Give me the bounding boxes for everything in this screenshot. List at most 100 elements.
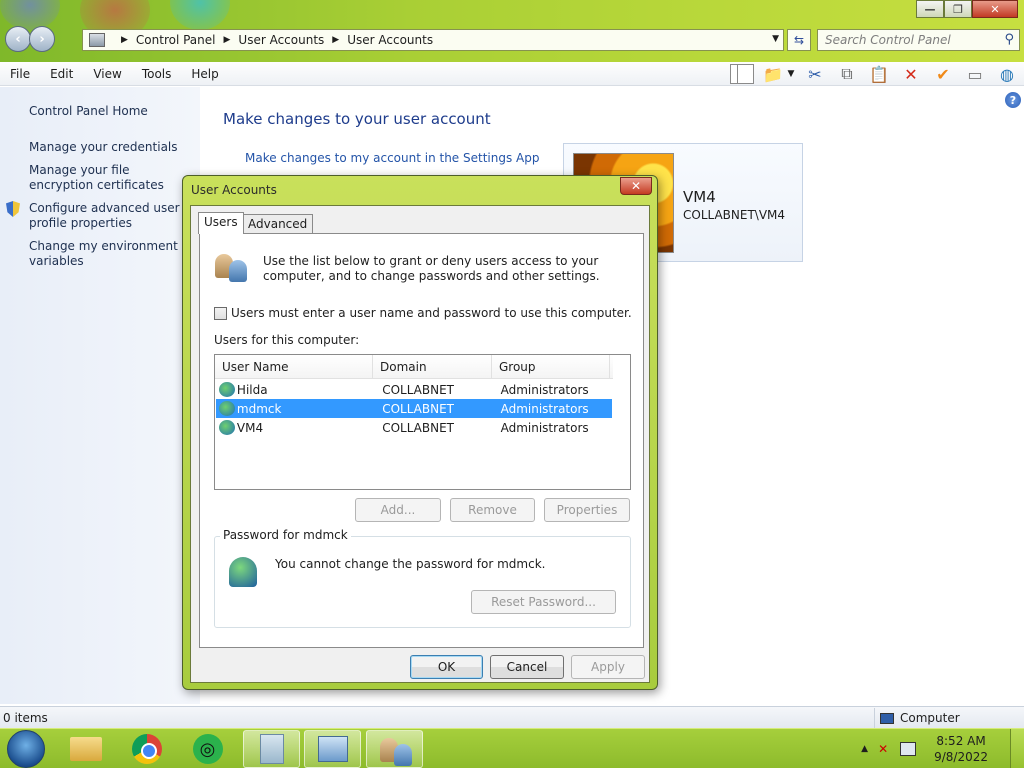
chevron-right-icon[interactable]: ▶ (332, 35, 339, 45)
users-icon (215, 250, 249, 282)
add-user-button[interactable]: Add... (355, 498, 441, 522)
chevron-down-icon[interactable]: ▼ (772, 34, 779, 44)
cell-user-name: mdmck (236, 401, 282, 416)
taskbar-user-accounts[interactable] (366, 730, 423, 768)
maximize-button[interactable]: ❐ (944, 0, 972, 18)
password-group: Password for mdmck You cannot change the… (214, 528, 631, 628)
delete-icon[interactable]: ✕ (898, 63, 924, 85)
menu-view[interactable]: View (83, 67, 131, 81)
computer-icon (880, 712, 894, 724)
users-tab-panel: Use the list below to grant or deny user… (199, 233, 644, 648)
chrome-icon (131, 734, 162, 764)
cut-icon[interactable]: ✂ (802, 63, 828, 85)
refresh-button[interactable]: ⇆ (787, 29, 811, 51)
clock[interactable]: 8:52 AM 9/8/2022 (934, 733, 988, 765)
start-button[interactable] (7, 730, 45, 768)
menu-file[interactable]: File (0, 67, 40, 81)
taskbar-explorer[interactable] (57, 730, 114, 768)
user-globe-icon (229, 557, 257, 587)
menu-edit[interactable]: Edit (40, 67, 83, 81)
nav-buttons: ‹ › (5, 26, 55, 52)
address-bar[interactable]: ▶ Control Panel ▶ User Accounts ▶ User A… (82, 29, 784, 51)
taskbar-control-panel[interactable] (304, 730, 361, 768)
tab-advanced[interactable]: Advanced (242, 214, 314, 234)
table-row[interactable]: VM4 COLLABNET Administrators (216, 418, 612, 437)
system-tray: ▲ ✕ 8:52 AM 9/8/2022 (861, 729, 1024, 768)
cell-group: Administrators (500, 420, 589, 435)
back-button[interactable]: ‹ (5, 26, 31, 52)
globe-icon[interactable]: ◍ (994, 63, 1020, 85)
taskbar: ◎ ▲ ✕ 8:52 AM 9/8/2022 (0, 728, 1024, 768)
menu-help[interactable]: Help (181, 67, 228, 81)
checkmark-icon[interactable]: ✔ (930, 63, 956, 85)
aero-glow (170, 0, 230, 30)
remove-user-button[interactable]: Remove (450, 498, 535, 522)
paste-icon[interactable]: 📋 (866, 63, 892, 85)
toolbar: 📁 ▼ ✂ ⧉ 📋 ✕ ✔ ▭ ◍ (724, 63, 1020, 85)
breadcrumb-user-accounts-current[interactable]: User Accounts (347, 33, 433, 47)
search-icon[interactable]: ⚲ (1004, 32, 1014, 47)
properties-button[interactable]: Properties (544, 498, 630, 522)
chevron-right-icon[interactable]: ▶ (121, 35, 128, 45)
cell-domain: COLLABNET (382, 420, 454, 435)
preview-pane-icon[interactable] (730, 64, 754, 84)
reset-password-button[interactable]: Reset Password... (471, 590, 616, 614)
status-location: Computer (874, 708, 960, 728)
user-icon (219, 382, 235, 397)
volume-muted-icon[interactable]: ✕ (878, 742, 892, 756)
column-group[interactable]: Group (492, 355, 610, 378)
ok-button[interactable]: OK (410, 655, 483, 679)
apply-button[interactable]: Apply (571, 655, 645, 679)
require-password-option[interactable]: Users must enter a user name and passwor… (214, 306, 632, 320)
cell-domain: COLLABNET (382, 401, 454, 416)
search-input[interactable]: Search Control Panel ⚲ (817, 29, 1020, 51)
show-hidden-icons-icon[interactable]: ▲ (861, 744, 868, 754)
window-controls: — ❐ ✕ (916, 0, 1018, 18)
forward-button[interactable]: › (29, 26, 55, 52)
table-row[interactable]: mdmck COLLABNET Administrators (216, 399, 612, 418)
show-desktop-button[interactable] (1010, 729, 1024, 768)
search-placeholder: Search Control Panel (825, 33, 951, 47)
sidebar-item-control-panel-home[interactable]: Control Panel Home (29, 104, 194, 119)
password-info-text: You cannot change the password for mdmck… (275, 557, 546, 571)
cell-group: Administrators (500, 401, 589, 416)
breadcrumb-control-panel[interactable]: Control Panel (136, 33, 216, 47)
menu-tools[interactable]: Tools (132, 67, 182, 81)
dialog-close-button[interactable]: ✕ (620, 177, 652, 195)
users-list[interactable]: User Name Domain Group Hilda COLLABNET A… (214, 354, 631, 490)
dropdown-icon[interactable]: ▼ (786, 63, 796, 85)
status-location-label: Computer (900, 711, 960, 725)
taskbar-chrome[interactable] (118, 730, 175, 768)
sidebar-item-environment-variables[interactable]: Change my environment variables (29, 239, 194, 269)
help-icon[interactable]: ? (1005, 92, 1021, 108)
column-user-name[interactable]: User Name (215, 355, 373, 378)
taskbar-documents[interactable] (243, 730, 300, 768)
taskbar-app[interactable]: ◎ (179, 730, 236, 768)
properties-icon[interactable]: ▭ (962, 63, 988, 85)
close-button[interactable]: ✕ (972, 0, 1018, 18)
users-list-label: Users for this computer: (214, 333, 360, 347)
cell-group: Administrators (500, 382, 589, 397)
cell-user-name: VM4 (236, 420, 264, 435)
sidebar-item-file-encryption[interactable]: Manage your file encryption certificates (29, 163, 194, 193)
minimize-button[interactable]: — (916, 0, 944, 18)
item-count: 0 items (3, 711, 48, 725)
chevron-right-icon[interactable]: ▶ (224, 35, 231, 45)
status-bar: 0 items Computer (0, 706, 1024, 728)
folder-options-icon[interactable]: 📁 (760, 63, 786, 85)
network-icon[interactable] (900, 742, 917, 756)
copy-icon[interactable]: ⧉ (834, 63, 860, 85)
user-accounts-dialog: User Accounts ✕ Users Advanced Use the l… (182, 175, 658, 690)
sidebar-item-advanced-profile[interactable]: Configure advanced user profile properti… (29, 201, 194, 231)
user-icon (219, 401, 235, 416)
column-domain[interactable]: Domain (373, 355, 492, 378)
sidebar-item-manage-credentials[interactable]: Manage your credentials (29, 140, 194, 155)
tab-users[interactable]: Users (198, 212, 244, 234)
breadcrumb-user-accounts[interactable]: User Accounts (238, 33, 324, 47)
clock-date: 9/8/2022 (934, 750, 988, 764)
table-row[interactable]: Hilda COLLABNET Administrators (216, 380, 612, 399)
sync-app-icon: ◎ (192, 734, 223, 764)
require-password-checkbox[interactable] (214, 306, 227, 320)
cancel-button[interactable]: Cancel (490, 655, 564, 679)
settings-app-link[interactable]: Make changes to my account in the Settin… (245, 151, 539, 165)
